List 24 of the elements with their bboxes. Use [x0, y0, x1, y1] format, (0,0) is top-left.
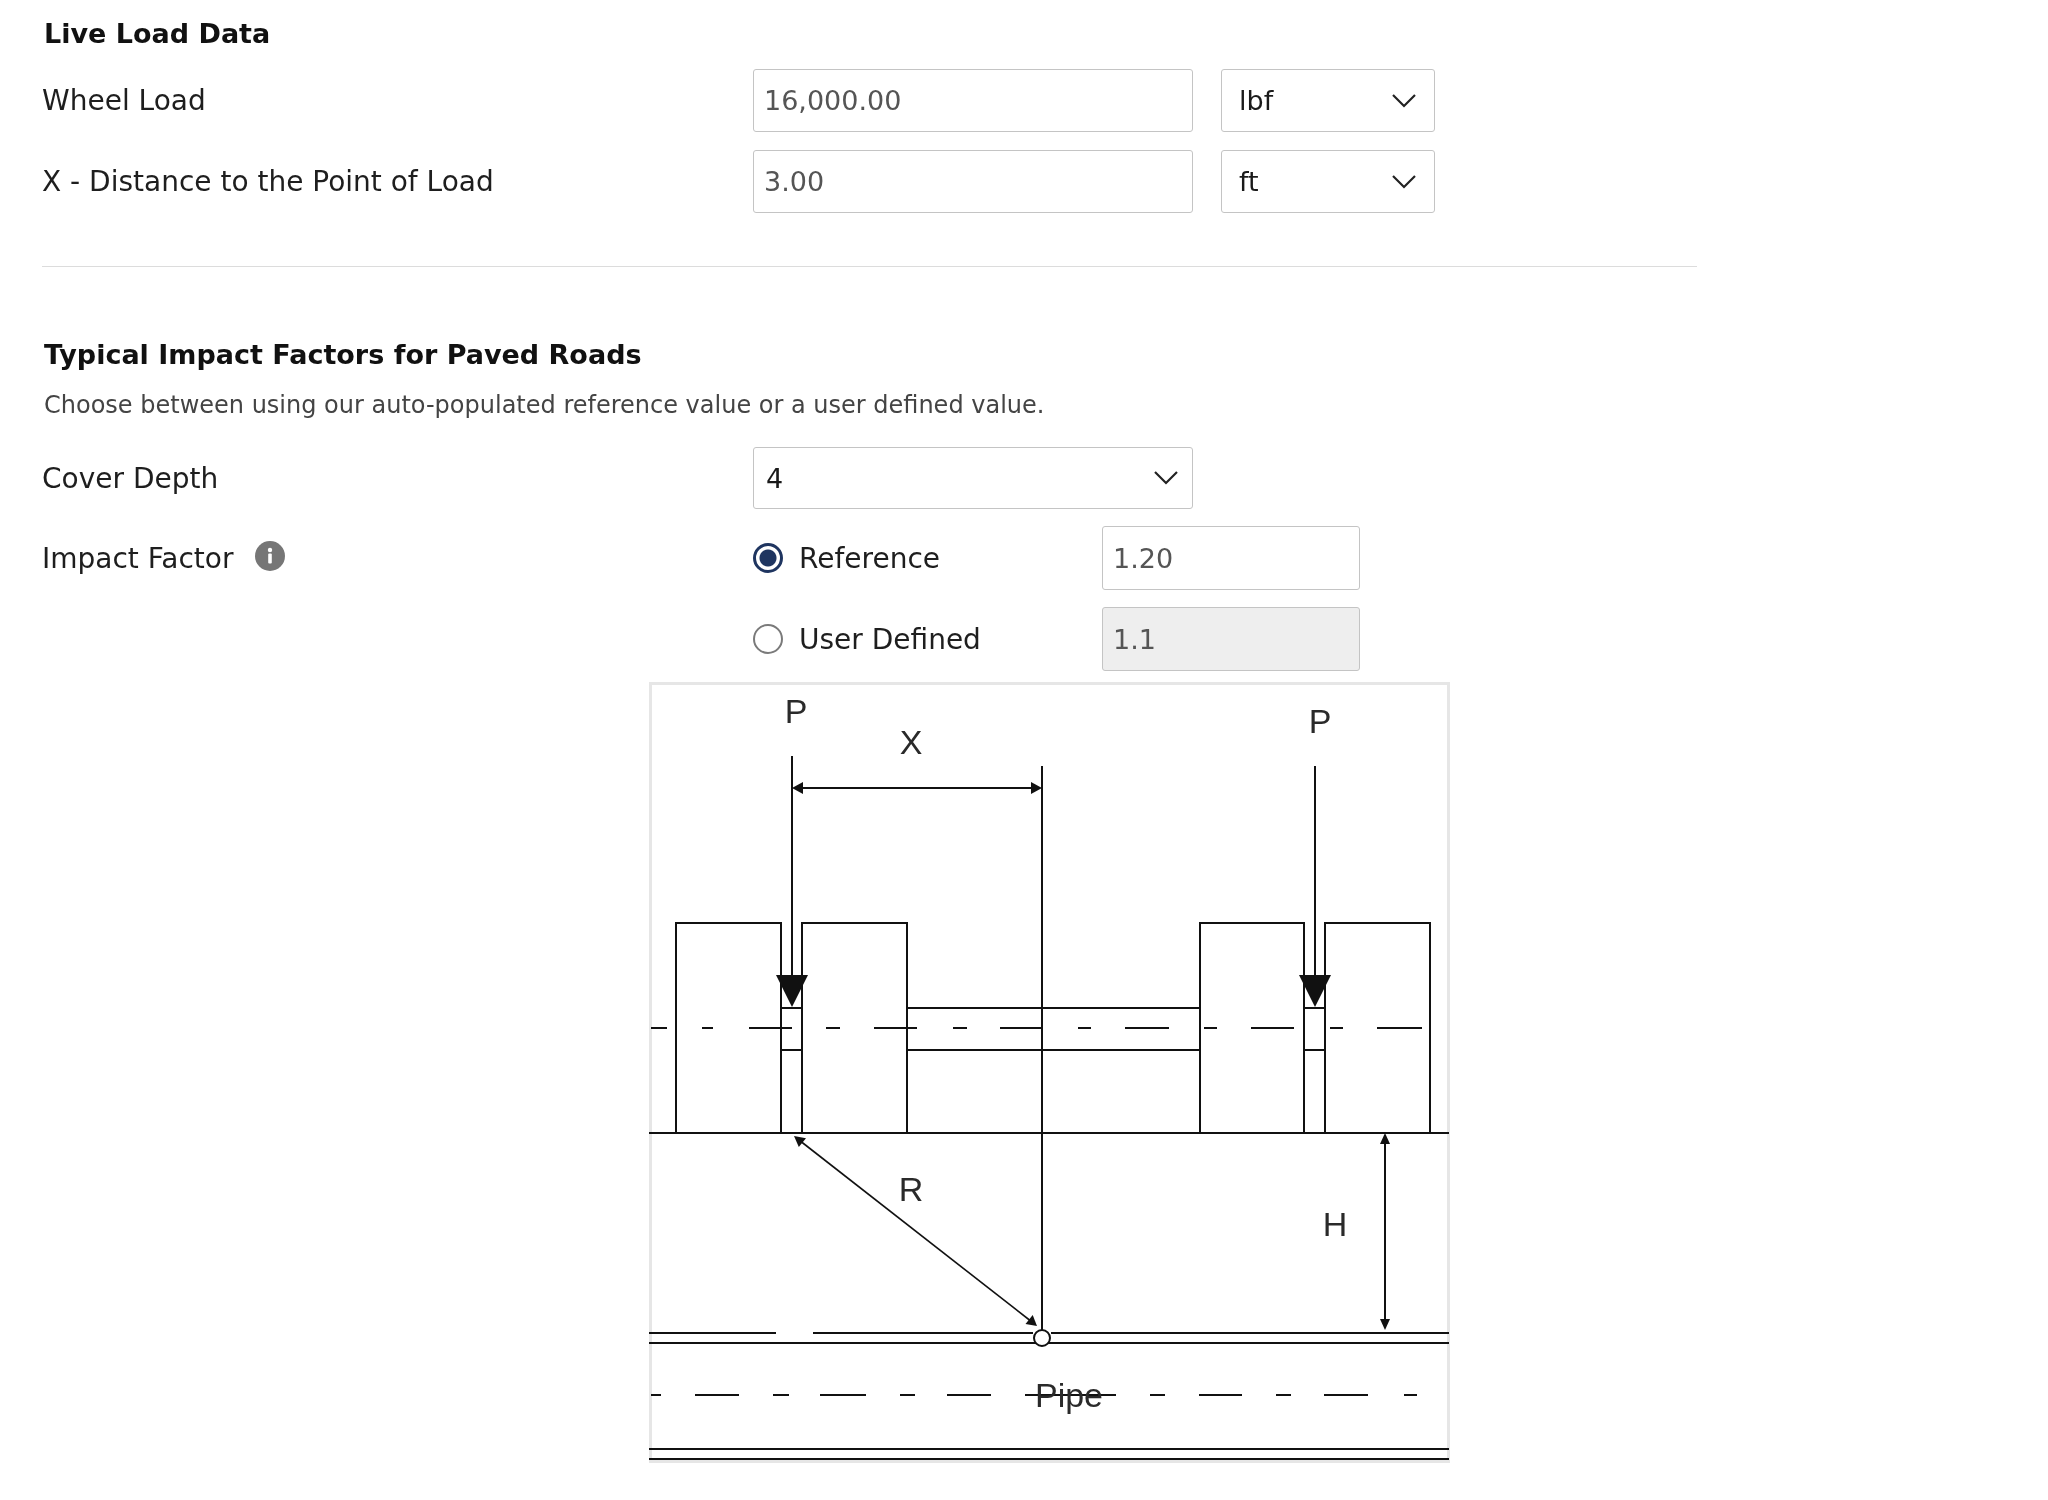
- field-label: Wheel Load: [42, 84, 206, 117]
- cover-depth-dropdown[interactable]: 4: [753, 447, 1193, 509]
- section-description: Choose between using our auto-populated reference value or a user defined value.: [44, 390, 1045, 421]
- value-field[interactable]: 16,000.00: [753, 69, 1193, 132]
- radius-label: R: [898, 1170, 924, 1208]
- chevron-down-icon: [1392, 93, 1416, 108]
- radio-button[interactable]: [753, 543, 783, 573]
- section-heading: Live Load Data: [43, 17, 271, 51]
- chevron-down-icon: [1392, 174, 1416, 189]
- unit-dropdown[interactable]: ft: [1221, 150, 1435, 213]
- section-heading: Typical Impact Factors for Paved Roads: [43, 338, 642, 372]
- info-icon[interactable]: [255, 541, 286, 571]
- chevron-down-icon: [1154, 471, 1178, 485]
- value-field[interactable]: 1.20: [1102, 526, 1360, 590]
- field-label: Cover Depth: [42, 461, 219, 495]
- field-label: X - Distance to the Point of Load: [42, 165, 494, 198]
- field-label: Impact Factor: [42, 541, 234, 575]
- load-label: P: [1308, 702, 1332, 740]
- unit-dropdown[interactable]: lbf: [1221, 69, 1435, 132]
- value-field[interactable]: 3.00: [753, 150, 1193, 213]
- radio-label[interactable]: Reference: [799, 541, 940, 575]
- load-label: P: [784, 692, 808, 730]
- depth-label: H: [1322, 1205, 1348, 1243]
- distance-label: X: [899, 723, 923, 761]
